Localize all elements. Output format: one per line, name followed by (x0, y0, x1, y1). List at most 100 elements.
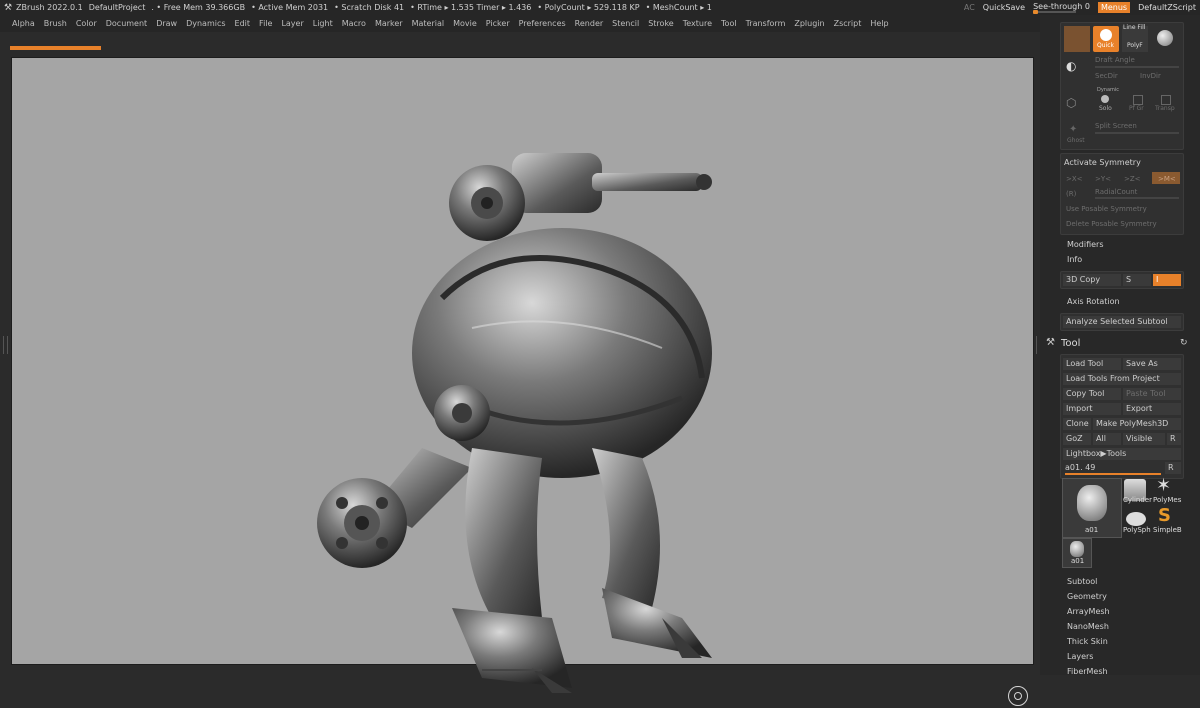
menu-item-dynamics[interactable]: Dynamics (186, 19, 225, 28)
menu-item-tool[interactable]: Tool (721, 19, 737, 28)
menu-item-transform[interactable]: Transform (746, 19, 786, 28)
goz-r-button[interactable]: R (1167, 433, 1181, 445)
menu-item-texture[interactable]: Texture (683, 19, 712, 28)
subpalette-layers[interactable]: Layers (1067, 652, 1093, 661)
info-header[interactable]: Info (1067, 255, 1082, 264)
activate-symmetry-button[interactable]: Activate Symmetry (1064, 158, 1141, 167)
delete-posable-symmetry-button[interactable]: Delete Posable Symmetry (1066, 220, 1157, 228)
simplebrush-icon[interactable]: S (1158, 507, 1176, 525)
subpalette-nanomesh[interactable]: NanoMesh (1067, 622, 1109, 631)
status-bar-right: AC QuickSave See-through 0 Menus Default… (964, 0, 1200, 15)
polymesh-star-icon[interactable]: ✶ (1156, 476, 1176, 496)
analyze-selected-subtool-button[interactable]: Analyze Selected Subtool (1063, 316, 1181, 328)
sym-y-button[interactable]: >Y< (1095, 175, 1111, 183)
see-through-knob[interactable] (1033, 10, 1039, 14)
subpalette-subtool[interactable]: Subtool (1067, 577, 1097, 586)
polysphere-icon[interactable] (1126, 512, 1146, 526)
robot-model-image[interactable] (302, 148, 732, 708)
quicksave-button[interactable]: QuickSave (983, 3, 1025, 12)
modifiers-header[interactable]: Modifiers (1067, 240, 1104, 249)
menu-item-draw[interactable]: Draw (156, 19, 177, 28)
default-zscript-button[interactable]: DefaultZScript (1138, 3, 1196, 12)
menu-item-edit[interactable]: Edit (235, 19, 251, 28)
menu-item-zplugin[interactable]: Zplugin (794, 19, 824, 28)
refresh-icon[interactable]: ↻ (1180, 338, 1190, 348)
make-polymesh3d-button[interactable]: Make PolyMesh3D (1093, 418, 1181, 430)
secdir-button[interactable]: SecDir (1095, 72, 1118, 80)
line-fill-button[interactable]: Line Fill PolyF (1122, 24, 1148, 52)
menu-item-preferences[interactable]: Preferences (519, 19, 566, 28)
copy-tool-button[interactable]: Copy Tool (1063, 388, 1121, 400)
menu-item-color[interactable]: Color (76, 19, 97, 28)
import-button[interactable]: Import (1063, 403, 1121, 415)
tool-slider[interactable] (1065, 473, 1161, 475)
best-preview-render-icon[interactable] (1064, 26, 1090, 52)
subpalette-geometry[interactable]: Geometry (1067, 592, 1107, 601)
sphere-render-icon[interactable] (1157, 30, 1173, 46)
lightbox-tools-button[interactable]: Lightbox▶Tools (1063, 448, 1181, 460)
menu-item-material[interactable]: Material (412, 19, 445, 28)
goz-all-button[interactable]: All (1093, 433, 1121, 445)
quick-button[interactable]: Quick (1093, 26, 1119, 52)
goz-button[interactable]: GoZ (1063, 433, 1091, 445)
menu-item-movie[interactable]: Movie (453, 19, 477, 28)
menu-item-document[interactable]: Document (106, 19, 147, 28)
tool-palette-title[interactable]: Tool (1061, 338, 1080, 349)
sym-x-button[interactable]: >X< (1066, 175, 1083, 183)
menu-item-stroke[interactable]: Stroke (648, 19, 674, 28)
split-screen-label: Split Screen (1095, 122, 1137, 130)
sym-r-button[interactable]: (R) (1066, 190, 1076, 198)
left-tray-handle[interactable] (0, 300, 8, 390)
clone-button[interactable]: Clone (1063, 418, 1091, 430)
load-tools-from-project-button[interactable]: Load Tools From Project (1063, 373, 1181, 385)
subtool-thumb-a01[interactable]: a01 (1062, 538, 1092, 568)
split-screen-slider[interactable] (1095, 132, 1179, 134)
use-posable-symmetry-button[interactable]: Use Posable Symmetry (1066, 205, 1147, 213)
load-tool-button[interactable]: Load Tool (1063, 358, 1121, 370)
menu-item-light[interactable]: Light (313, 19, 333, 28)
sym-z-button[interactable]: >Z< (1124, 175, 1141, 183)
tool-thumb-a01[interactable]: a01 (1062, 478, 1122, 538)
thumb-a01-small-label: a01 (1071, 557, 1085, 565)
gizmo-orb-icon[interactable] (1008, 686, 1028, 706)
3d-copy-button[interactable]: 3D Copy (1063, 274, 1121, 286)
menu-item-stencil[interactable]: Stencil (612, 19, 639, 28)
contrast-icon[interactable]: ◐ (1066, 59, 1082, 73)
radial-count-slider[interactable] (1095, 197, 1179, 199)
bottom-tray-handle[interactable] (482, 665, 542, 675)
menu-item-help[interactable]: Help (870, 19, 888, 28)
thumb-a01-label: a01 (1085, 526, 1099, 534)
cube-icon[interactable]: ⬡ (1066, 96, 1082, 110)
menu-item-brush[interactable]: Brush (44, 19, 67, 28)
subpalette-thick-skin[interactable]: Thick Skin (1067, 637, 1108, 646)
save-as-button[interactable]: Save As (1123, 358, 1181, 370)
transp-icon[interactable] (1161, 95, 1171, 105)
paste-tool-button[interactable]: Paste Tool (1123, 388, 1181, 400)
see-through-slider[interactable]: See-through 0 (1033, 2, 1090, 14)
sym-m-button[interactable]: >M< (1152, 172, 1180, 184)
goz-visible-button[interactable]: Visible (1123, 433, 1165, 445)
menu-item-layer[interactable]: Layer (281, 19, 303, 28)
document-canvas[interactable] (11, 57, 1034, 706)
ac-label[interactable]: AC (964, 3, 975, 12)
axis-rotation-header[interactable]: Axis Rotation (1067, 297, 1120, 306)
pf-gr-icon[interactable] (1133, 95, 1143, 105)
invdir-button[interactable]: InvDir (1140, 72, 1161, 80)
tool-slider-r-button[interactable]: R (1165, 462, 1181, 474)
subpalette-arraymesh[interactable]: ArrayMesh (1067, 607, 1110, 616)
solo-icon[interactable] (1101, 95, 1109, 103)
ghost-icon[interactable]: ✦ (1069, 125, 1079, 135)
menus-button[interactable]: Menus (1097, 2, 1131, 13)
export-button[interactable]: Export (1123, 403, 1181, 415)
draft-angle-slider[interactable] (1095, 66, 1179, 68)
menu-item-zscript[interactable]: Zscript (834, 19, 862, 28)
menu-item-picker[interactable]: Picker (486, 19, 510, 28)
menu-item-marker[interactable]: Marker (375, 19, 403, 28)
menu-item-render[interactable]: Render (575, 19, 603, 28)
menu-item-file[interactable]: File (259, 19, 272, 28)
s-button[interactable]: S (1123, 274, 1151, 286)
menu-item-macro[interactable]: Macro (342, 19, 366, 28)
app-version: ZBrush 2022.0.1 (16, 3, 83, 12)
i-button[interactable]: I (1153, 274, 1181, 286)
menu-item-alpha[interactable]: Alpha (12, 19, 35, 28)
